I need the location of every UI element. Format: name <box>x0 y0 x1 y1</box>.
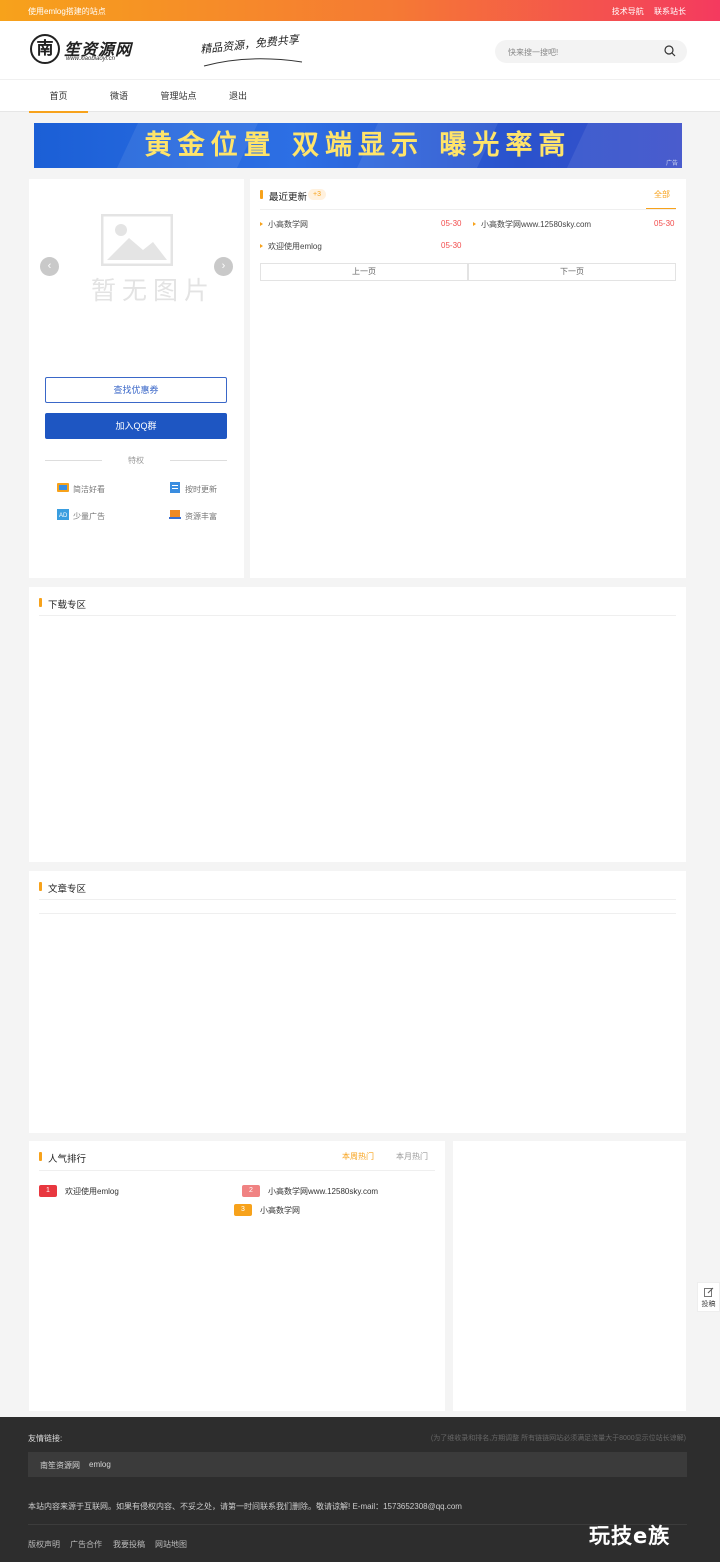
image-placeholder-icon <box>101 214 173 266</box>
slogan-swash <box>203 58 303 67</box>
perk-label: 简洁好看 <box>73 485 105 494</box>
nav-home[interactable]: 首页 <box>29 80 88 113</box>
submit-post-label: 投稿 <box>701 1301 716 1308</box>
copyright-text: 本站内容来源于互联网。如果有侵权内容、不妥之处，请第一时间联系我们删除。敬请谅解… <box>28 1502 462 1511</box>
divider <box>39 899 676 900</box>
contact-link[interactable]: 联系站长 <box>654 7 686 16</box>
update-count-badge: +3 <box>308 189 326 200</box>
rank-number: 1 <box>39 1185 57 1197</box>
footer-link-submit[interactable]: 我要投稿 <box>113 1539 145 1550</box>
ranking-title: 人气排行 <box>38 1151 86 1165</box>
privileges-label: 特权 <box>128 456 144 465</box>
divider <box>39 615 676 616</box>
side-card: 暂无图片 ‹ › 查找优惠券 加入QQ群 特权 简洁好看 按时更新 AD 少量广… <box>29 179 244 578</box>
slogan: 精品资源，免费共享 <box>198 33 308 72</box>
next-page-button[interactable]: 下一页 <box>468 263 676 281</box>
recent-updates-card: 最近更新 +3 全部 小高数学网 05-30 小高数学网www.12580sky… <box>250 179 686 578</box>
news-title[interactable]: 欢迎使用emlog <box>268 241 322 252</box>
article-section-title: 文章专区 <box>38 881 86 895</box>
logo-domain: www.xiaobiaoyl.cn <box>66 56 116 62</box>
site-notice: 使用emlog搭建的站点 <box>28 7 106 16</box>
ranking-card: 人气排行 本周热门 本月热门 1 欢迎使用emlog 2 小高数学网www.12… <box>29 1141 445 1411</box>
svg-text:AD: AD <box>59 513 68 519</box>
document-icon <box>170 482 180 493</box>
tech-nav-link[interactable]: 技术导航 <box>612 7 644 16</box>
no-image-text: 暂无图片 <box>91 276 216 305</box>
recent-title: 最近更新 <box>259 189 307 203</box>
edit-icon <box>703 1287 713 1297</box>
bullet-icon <box>473 222 476 226</box>
footer-link-ads[interactable]: 广告合作 <box>70 1539 102 1550</box>
main-nav: 首页 微语 管理站点 退出 <box>0 79 720 113</box>
friend-links-label: 友情链接: <box>28 1434 63 1443</box>
ad-label: 广告 <box>665 161 678 167</box>
watermark: 玩技e族 <box>589 1524 671 1548</box>
top-bar: 使用emlog搭建的站点 技术导航 联系站长 <box>0 0 720 21</box>
mail-icon <box>57 483 69 492</box>
news-date: 05-30 <box>441 219 462 228</box>
ad-icon: AD <box>57 509 69 520</box>
rank-number: 3 <box>234 1204 252 1216</box>
logo-emblem: 南 <box>30 34 60 64</box>
nav-micro[interactable]: 微语 <box>104 80 134 113</box>
bullet-icon <box>260 222 263 226</box>
footer-link-sitemap[interactable]: 网站地图 <box>155 1539 187 1550</box>
tab-this-month[interactable]: 本月热门 <box>396 1151 428 1162</box>
news-title[interactable]: 小高数学网 <box>268 219 308 230</box>
join-qq-group-button[interactable]: 加入QQ群 <box>45 413 227 439</box>
friend-link[interactable]: 南笙资源网 <box>40 1460 80 1471</box>
sidebar-widget <box>453 1141 686 1411</box>
top-links: 技术导航 联系站长 <box>604 6 686 17</box>
friend-links-note: (为了维收录和排名,方期调整 所有链链网站必须满足流量大于8000显示位站长谅解… <box>430 1435 686 1442</box>
friend-links: 南笙资源网 emlog <box>28 1452 687 1477</box>
perk-label: 资源丰富 <box>185 512 217 521</box>
search-box[interactable]: 快来搜一搜吧! <box>495 40 687 63</box>
perk-label: 少量广告 <box>73 512 105 521</box>
rank-title[interactable]: 小高数学网www.12580sky.com <box>268 1186 378 1197</box>
friend-link[interactable]: emlog <box>89 1460 111 1469</box>
prev-page-button[interactable]: 上一页 <box>260 263 468 281</box>
slider-next-button[interactable]: › <box>214 257 233 276</box>
find-coupon-button[interactable]: 查找优惠券 <box>45 377 227 403</box>
download-section: 下载专区 <box>29 587 686 862</box>
divider <box>45 460 102 461</box>
all-link[interactable]: 全部 <box>654 189 670 200</box>
divider <box>260 209 676 210</box>
laptop-icon <box>169 510 181 519</box>
download-section-title: 下载专区 <box>38 597 86 611</box>
banner-text: 黄金位置 双端显示 曝光率高 <box>144 130 572 161</box>
ad-banner[interactable]: 黄金位置 双端显示 曝光率高 广告 <box>34 123 682 168</box>
news-date: 05-30 <box>654 219 675 228</box>
search-input[interactable]: 快来搜一搜吧! <box>508 47 558 58</box>
nav-logout[interactable]: 退出 <box>224 80 252 113</box>
slider-prev-button[interactable]: ‹ <box>40 257 59 276</box>
footer-link-copyright[interactable]: 版权声明 <box>28 1539 60 1550</box>
perk-label: 按时更新 <box>185 485 217 494</box>
rank-number: 2 <box>242 1185 260 1197</box>
search-icon[interactable] <box>664 45 676 57</box>
divider <box>39 1170 435 1171</box>
news-title[interactable]: 小高数学网www.12580sky.com <box>481 219 591 230</box>
rank-title[interactable]: 小高数学网 <box>260 1205 300 1216</box>
nav-admin[interactable]: 管理站点 <box>156 80 201 113</box>
divider <box>39 913 676 914</box>
submit-post-button[interactable]: 投稿 <box>697 1282 720 1312</box>
tab-this-week[interactable]: 本周热门 <box>342 1151 374 1162</box>
divider <box>170 460 227 461</box>
bullet-icon <box>260 244 263 248</box>
news-date: 05-30 <box>441 241 462 250</box>
rank-title[interactable]: 欢迎使用emlog <box>65 1186 119 1197</box>
article-section: 文章专区 <box>29 871 686 1133</box>
header: 南 笙资源网 www.xiaobiaoyl.cn 精品资源，免费共享 快来搜一搜… <box>0 21 720 113</box>
site-logo[interactable]: 南 笙资源网 www.xiaobiaoyl.cn <box>30 34 132 70</box>
image-slider: 暂无图片 ‹ › <box>29 179 244 379</box>
